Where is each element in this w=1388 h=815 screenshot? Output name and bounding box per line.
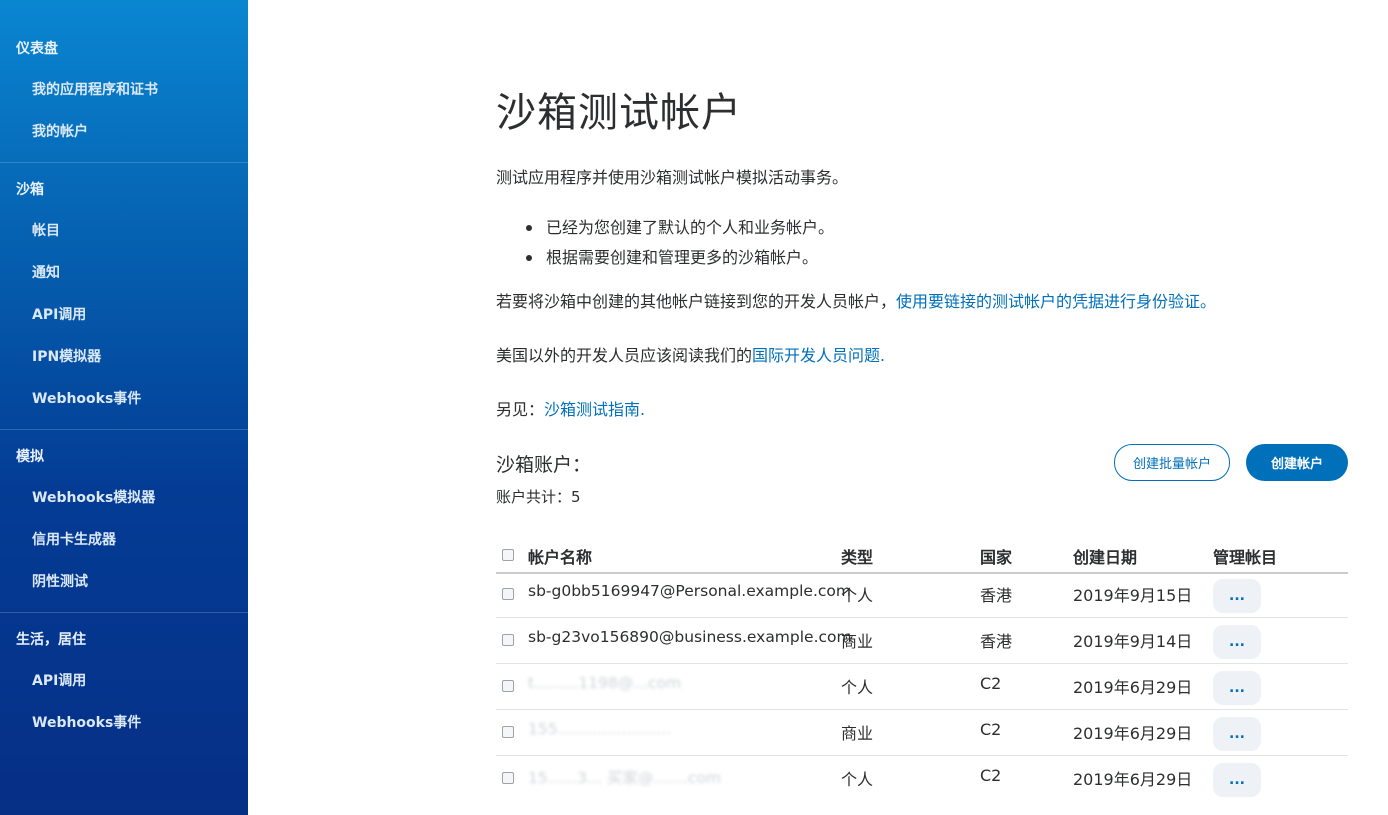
account-type: 个人 bbox=[841, 586, 874, 605]
link-account-paragraph: 若要将沙箱中创建的其他帐户链接到您的开发人员帐户，使用要链接的测试帐户的凭据进行… bbox=[496, 288, 1216, 312]
list-item: 已经为您创建了默认的个人和业务帐户。 bbox=[526, 216, 834, 246]
row-checkbox[interactable] bbox=[502, 726, 514, 738]
account-email: sb-g23vo156890@business.example.com bbox=[528, 628, 852, 646]
account-country: C2 bbox=[980, 766, 1002, 785]
international-paragraph: 美国以外的开发人员应该阅读我们的国际开发人员问题. bbox=[496, 342, 885, 366]
account-created-date: 2019年6月29日 bbox=[1073, 770, 1193, 789]
international-text: 美国以外的开发人员应该阅读我们的 bbox=[496, 346, 753, 365]
column-header-country: 国家 bbox=[980, 548, 1013, 567]
account-type: 个人 bbox=[841, 770, 874, 789]
sidebar-divider bbox=[0, 162, 248, 163]
column-header-name: 帐户名称 bbox=[528, 548, 593, 567]
account-country: C2 bbox=[980, 674, 1002, 693]
manage-account-button[interactable]: ... bbox=[1213, 717, 1261, 751]
sidebar-divider bbox=[0, 429, 248, 430]
sidebar-item-my-account[interactable]: 我的帐户 bbox=[32, 121, 88, 141]
account-created-date: 2019年9月14日 bbox=[1073, 632, 1193, 651]
account-created-date: 2019年6月29日 bbox=[1073, 678, 1193, 697]
row-checkbox[interactable] bbox=[502, 772, 514, 784]
sidebar-item-live-webhooks-events[interactable]: Webhooks事件 bbox=[32, 712, 141, 732]
sidebar-heading-mock[interactable]: 模拟 bbox=[16, 446, 44, 466]
link-account-text: 若要将沙箱中创建的其他帐户链接到您的开发人员帐户， bbox=[496, 292, 897, 311]
info-bullet-list: 已经为您创建了默认的个人和业务帐户。 根据需要创建和管理更多的沙箱帐户。 bbox=[526, 216, 834, 276]
international-issues-link[interactable]: 国际开发人员问题 bbox=[752, 346, 880, 365]
bullet-dot bbox=[526, 225, 532, 231]
international-suffix: . bbox=[880, 346, 886, 365]
manage-account-button[interactable]: ... bbox=[1213, 671, 1261, 705]
account-country: C2 bbox=[980, 720, 1002, 739]
sidebar-heading-dashboard[interactable]: 仪表盘 bbox=[16, 38, 58, 58]
column-header-manage: 管理帐目 bbox=[1213, 548, 1278, 567]
page-title: 沙箱测试帐户 bbox=[496, 90, 742, 136]
bullet-dot bbox=[526, 255, 532, 261]
column-header-type: 类型 bbox=[841, 548, 874, 567]
accounts-total: 账户共计：5 bbox=[496, 488, 581, 506]
see-also-paragraph: 另见：沙箱测试指南. bbox=[496, 396, 645, 420]
table-row: t.........1198@...com 个人 C2 2019年6月29日 .… bbox=[496, 664, 1348, 710]
authenticate-link[interactable]: 使用要链接的测试帐户的凭据进行身份验证。 bbox=[896, 292, 1216, 311]
row-checkbox[interactable] bbox=[502, 634, 514, 646]
account-type: 个人 bbox=[841, 678, 874, 697]
see-also-text: 另见： bbox=[496, 400, 545, 419]
create-account-button[interactable]: 创建帐户 bbox=[1246, 444, 1348, 481]
sidebar-heading-live[interactable]: 生活，居住 bbox=[16, 629, 86, 649]
list-item: 根据需要创建和管理更多的沙箱帐户。 bbox=[526, 246, 834, 276]
sidebar-item-ipn-simulator[interactable]: IPN模拟器 bbox=[32, 346, 101, 366]
sidebar-item-webhooks-simulator[interactable]: Webhooks模拟器 bbox=[32, 487, 155, 507]
create-bulk-accounts-button[interactable]: 创建批量帐户 bbox=[1114, 444, 1230, 481]
column-header-date: 创建日期 bbox=[1073, 548, 1138, 567]
table-row: 15......3... 买家@.......com 个人 C2 2019年6月… bbox=[496, 756, 1348, 802]
account-country: 香港 bbox=[980, 632, 1013, 651]
account-created-date: 2019年9月15日 bbox=[1073, 586, 1193, 605]
sidebar-item-webhooks-events[interactable]: Webhooks事件 bbox=[32, 388, 141, 408]
account-country: 香港 bbox=[980, 586, 1013, 605]
table-row: 155....................... 商业 C2 2019年6月… bbox=[496, 710, 1348, 756]
select-all-checkbox[interactable] bbox=[502, 549, 514, 561]
table-row: sb-g0bb5169947@Personal.example.com 个人 香… bbox=[496, 572, 1348, 618]
sidebar-item-notifications[interactable]: 通知 bbox=[32, 262, 60, 282]
account-email-redacted: 15......3... 买家@.......com bbox=[528, 769, 721, 787]
sidebar-item-negative-testing[interactable]: 阴性测试 bbox=[32, 571, 88, 591]
see-also-suffix: . bbox=[640, 400, 646, 419]
manage-account-button[interactable]: ... bbox=[1213, 625, 1261, 659]
sidebar-item-credit-card-generator[interactable]: 信用卡生成器 bbox=[32, 529, 116, 549]
sidebar-item-accounts[interactable]: 帐目 bbox=[32, 220, 60, 240]
table-row: sb-g23vo156890@business.example.com 商业 香… bbox=[496, 618, 1348, 664]
list-item-text: 已经为您创建了默认的个人和业务帐户。 bbox=[546, 218, 835, 237]
sidebar-heading-sandbox[interactable]: 沙箱 bbox=[16, 179, 44, 199]
account-type: 商业 bbox=[841, 724, 874, 743]
sandbox-accounts-heading: 沙箱账户： bbox=[496, 454, 592, 476]
manage-account-button[interactable]: ... bbox=[1213, 579, 1261, 613]
sidebar: 仪表盘 我的应用程序和证书 我的帐户 沙箱 帐目 通知 API调用 IPN模拟器… bbox=[0, 0, 248, 815]
intro-text: 测试应用程序并使用沙箱测试帐户模拟活动事务。 bbox=[496, 168, 849, 187]
manage-account-button[interactable]: ... bbox=[1213, 763, 1261, 797]
account-type: 商业 bbox=[841, 632, 874, 651]
sidebar-item-api-calls[interactable]: API调用 bbox=[32, 304, 86, 324]
list-item-text: 根据需要创建和管理更多的沙箱帐户。 bbox=[546, 248, 819, 267]
account-email-redacted: 155....................... bbox=[528, 720, 671, 738]
sidebar-divider bbox=[0, 612, 248, 613]
sidebar-item-live-api-calls[interactable]: API调用 bbox=[32, 670, 86, 690]
account-created-date: 2019年6月29日 bbox=[1073, 724, 1193, 743]
sandbox-guide-link[interactable]: 沙箱测试指南 bbox=[544, 400, 640, 419]
account-email-redacted: t.........1198@...com bbox=[528, 674, 682, 692]
account-email: sb-g0bb5169947@Personal.example.com bbox=[528, 582, 851, 600]
row-checkbox[interactable] bbox=[502, 588, 514, 600]
row-checkbox[interactable] bbox=[502, 680, 514, 692]
sidebar-item-apps-credentials[interactable]: 我的应用程序和证书 bbox=[32, 79, 158, 99]
